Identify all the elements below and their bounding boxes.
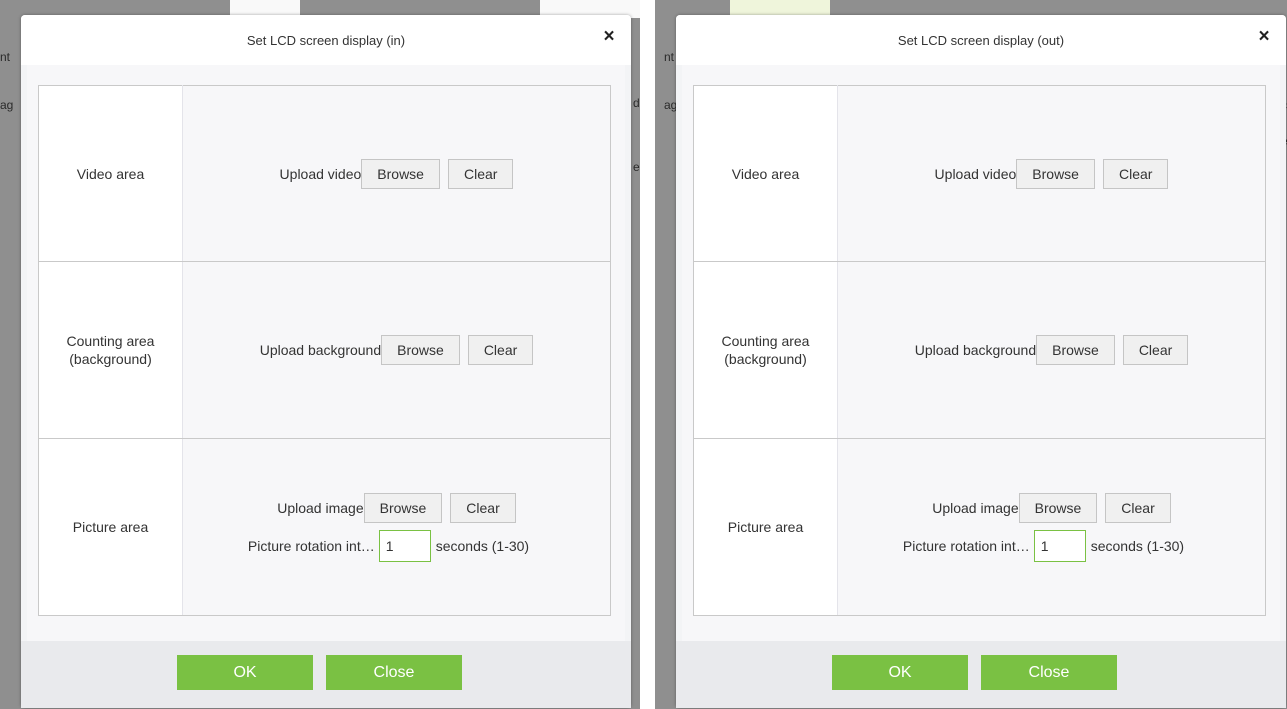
clear-button[interactable]: Clear: [450, 492, 516, 523]
rotation-hint: seconds (1-30): [1090, 537, 1185, 554]
browse-button[interactable]: Browse: [1018, 492, 1098, 523]
clear-button[interactable]: Clear: [447, 158, 514, 189]
background-text: es: [633, 160, 640, 174]
upload-label: Upload image: [932, 499, 1019, 516]
rotation-hint: seconds (1-30): [435, 537, 530, 554]
table-row: Counting area (background) Upload backgr…: [693, 261, 1266, 439]
rotation-label: Picture rotation int…: [247, 537, 375, 554]
dialog-header: Set LCD screen display (in) ×: [21, 15, 631, 65]
dialog-header: Set LCD screen display (out) ×: [676, 15, 1286, 65]
upload-label: Upload video: [279, 165, 362, 182]
browse-button[interactable]: Browse: [1016, 158, 1095, 189]
browse-button[interactable]: Browse: [361, 158, 440, 189]
settings-table: Video area Upload video Browse Clear Cou…: [693, 85, 1266, 616]
background-text: ag: [0, 98, 14, 112]
dialog-title: Set LCD screen display (out): [897, 33, 1065, 48]
row-label: Picture area: [693, 438, 838, 616]
table-row: Picture area Upload image Browse Clear P…: [693, 438, 1266, 616]
background-text: nt: [0, 50, 11, 64]
clear-button[interactable]: Clear: [1102, 158, 1169, 189]
dialog-footer: OK Close: [676, 641, 1286, 708]
table-row: Video area Upload video Browse Clear: [38, 85, 611, 262]
row-label: Video area: [693, 85, 838, 262]
clear-button[interactable]: Clear: [1105, 492, 1171, 523]
ok-button[interactable]: OK: [832, 655, 968, 690]
row-label: Video area: [38, 85, 183, 262]
table-row: Picture area Upload image Browse Clear P…: [38, 438, 611, 616]
left-screenshot-pane: nt ag de es Set LCD screen display (in) …: [0, 0, 640, 709]
browse-button[interactable]: Browse: [381, 335, 460, 365]
upload-label: Upload background: [914, 342, 1037, 358]
clear-button[interactable]: Clear: [1122, 335, 1189, 365]
close-icon[interactable]: ×: [1254, 27, 1274, 47]
upload-label: Upload video: [934, 165, 1017, 182]
lcd-display-out-dialog: Set LCD screen display (out) × Video are…: [676, 15, 1286, 708]
rotation-interval-input[interactable]: [1033, 529, 1086, 562]
row-label: Counting area (background): [38, 261, 183, 439]
background-text: nt: [664, 50, 675, 64]
browse-button[interactable]: Browse: [1036, 335, 1115, 365]
row-label: Picture area: [38, 438, 183, 616]
rotation-interval-input[interactable]: [378, 529, 431, 562]
clear-button[interactable]: Clear: [467, 335, 534, 365]
table-row: Video area Upload video Browse Clear: [693, 85, 1266, 262]
dialog-title: Set LCD screen display (in): [246, 33, 406, 48]
upload-label: Upload background: [259, 342, 382, 358]
upload-label: Upload image: [277, 499, 364, 516]
close-button[interactable]: Close: [981, 655, 1117, 690]
lcd-display-in-dialog: Set LCD screen display (in) × Video area…: [21, 15, 631, 708]
close-button[interactable]: Close: [326, 655, 462, 690]
ok-button[interactable]: OK: [177, 655, 313, 690]
background-text: de: [633, 96, 640, 110]
settings-table: Video area Upload video Browse Clear Cou…: [38, 85, 611, 616]
right-screenshot-pane: nt ag c e Set LCD screen display (out) ×…: [655, 0, 1287, 709]
rotation-label: Picture rotation int…: [902, 537, 1030, 554]
table-row: Counting area (background) Upload backgr…: [38, 261, 611, 439]
dialog-content: Video area Upload video Browse Clear Cou…: [682, 65, 1280, 641]
dialog-footer: OK Close: [21, 641, 631, 708]
close-icon[interactable]: ×: [599, 27, 619, 47]
browse-button[interactable]: Browse: [363, 492, 443, 523]
dialog-content: Video area Upload video Browse Clear Cou…: [27, 65, 625, 641]
row-label: Counting area (background): [693, 261, 838, 439]
